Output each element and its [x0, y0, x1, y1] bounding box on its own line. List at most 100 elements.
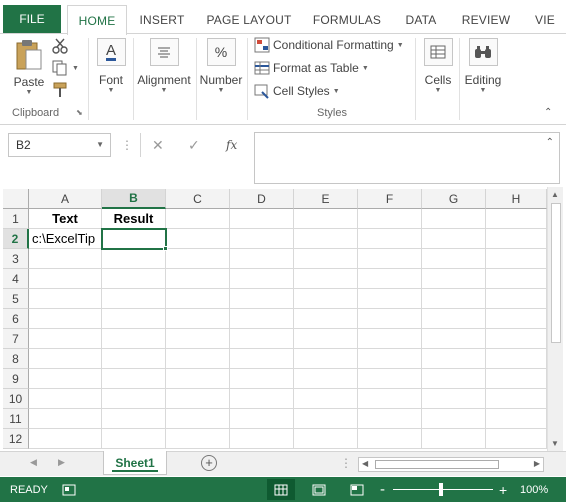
cell-h11[interactable]: [486, 409, 547, 429]
cell-h4[interactable]: [486, 269, 547, 289]
macro-record-icon[interactable]: [62, 477, 76, 502]
column-header-g[interactable]: G: [422, 189, 486, 209]
normal-view-button[interactable]: [267, 479, 295, 500]
cell-e2[interactable]: [294, 229, 358, 249]
cell-e3[interactable]: [294, 249, 358, 269]
cell-e7[interactable]: [294, 329, 358, 349]
cell-d3[interactable]: [230, 249, 294, 269]
scroll-left-icon[interactable]: ◀: [362, 459, 368, 468]
cell-g1[interactable]: [422, 209, 486, 229]
cell-d6[interactable]: [230, 309, 294, 329]
page-layout-view-button[interactable]: [305, 479, 333, 500]
fill-handle[interactable]: [163, 246, 168, 251]
zoom-level[interactable]: 100%: [520, 477, 548, 502]
cell-g7[interactable]: [422, 329, 486, 349]
tab-review[interactable]: REVIEW: [455, 5, 517, 34]
cell-h8[interactable]: [486, 349, 547, 369]
cell-c8[interactable]: [166, 349, 230, 369]
vertical-scrollbar[interactable]: ▲ ▼: [547, 187, 563, 451]
column-header-c[interactable]: C: [166, 189, 230, 209]
cell-d4[interactable]: [230, 269, 294, 289]
cell-g6[interactable]: [422, 309, 486, 329]
number-button[interactable]: % Number ▼: [198, 38, 244, 94]
zoom-out-button[interactable]: -: [380, 477, 385, 502]
tab-insert[interactable]: INSERT: [131, 5, 193, 34]
cell-f1[interactable]: [358, 209, 422, 229]
tab-page-layout[interactable]: PAGE LAYOUT: [201, 5, 297, 34]
cell-b8[interactable]: [102, 349, 166, 369]
tab-data[interactable]: DATA: [397, 5, 445, 34]
cell-f3[interactable]: [358, 249, 422, 269]
column-header-e[interactable]: E: [294, 189, 358, 209]
cell-e11[interactable]: [294, 409, 358, 429]
cell-f7[interactable]: [358, 329, 422, 349]
cell-c4[interactable]: [166, 269, 230, 289]
column-header-a[interactable]: A: [29, 189, 102, 209]
sheet-tab-sheet1[interactable]: Sheet1: [103, 451, 167, 475]
cell-h7[interactable]: [486, 329, 547, 349]
row-header-11[interactable]: 11: [3, 409, 29, 429]
prev-sheet-icon[interactable]: ◀: [30, 457, 37, 468]
tab-split-handle-icon[interactable]: ⋮: [340, 456, 352, 470]
cell-b9[interactable]: [102, 369, 166, 389]
row-header-8[interactable]: 8: [3, 349, 29, 369]
cell-g8[interactable]: [422, 349, 486, 369]
cell-e4[interactable]: [294, 269, 358, 289]
tab-view[interactable]: VIE: [528, 5, 566, 34]
cell-c2[interactable]: [166, 229, 230, 249]
cell-f11[interactable]: [358, 409, 422, 429]
column-header-f[interactable]: F: [358, 189, 422, 209]
formula-input[interactable]: ⌃: [254, 132, 560, 184]
cell-f4[interactable]: [358, 269, 422, 289]
insert-function-button[interactable]: fx: [226, 133, 237, 157]
cell-c12[interactable]: [166, 429, 230, 449]
font-button[interactable]: A Font ▼: [93, 38, 129, 94]
cell-b12[interactable]: [102, 429, 166, 449]
cell-a2[interactable]: c:\ExcelTip: [29, 229, 102, 249]
cell-d5[interactable]: [230, 289, 294, 309]
cell-a8[interactable]: [29, 349, 102, 369]
editing-button[interactable]: Editing ▼: [461, 38, 505, 94]
zoom-in-button[interactable]: +: [499, 477, 507, 502]
tab-formulas[interactable]: FORMULAS: [305, 5, 389, 34]
expand-formula-bar-icon[interactable]: ⌃: [546, 137, 554, 148]
cell-f2[interactable]: [358, 229, 422, 249]
cell-e10[interactable]: [294, 389, 358, 409]
cell-f6[interactable]: [358, 309, 422, 329]
cell-b6[interactable]: [102, 309, 166, 329]
cell-a1[interactable]: Text: [29, 209, 102, 229]
cell-a3[interactable]: [29, 249, 102, 269]
next-sheet-icon[interactable]: ▶: [58, 457, 65, 468]
cell-c6[interactable]: [166, 309, 230, 329]
zoom-slider-thumb[interactable]: [439, 483, 443, 496]
cell-c9[interactable]: [166, 369, 230, 389]
cell-d11[interactable]: [230, 409, 294, 429]
cell-h1[interactable]: [486, 209, 547, 229]
cell-a10[interactable]: [29, 389, 102, 409]
cell-c11[interactable]: [166, 409, 230, 429]
cell-d8[interactable]: [230, 349, 294, 369]
row-header-10[interactable]: 10: [3, 389, 29, 409]
cell-a11[interactable]: [29, 409, 102, 429]
cell-h3[interactable]: [486, 249, 547, 269]
vertical-scroll-thumb[interactable]: [551, 203, 561, 343]
cell-a7[interactable]: [29, 329, 102, 349]
cell-d1[interactable]: [230, 209, 294, 229]
scroll-up-icon[interactable]: ▲: [551, 190, 559, 199]
cell-a5[interactable]: [29, 289, 102, 309]
cell-styles-button[interactable]: Cell Styles ▼: [254, 83, 340, 99]
cell-b1[interactable]: Result: [102, 209, 166, 229]
cell-c3[interactable]: [166, 249, 230, 269]
name-box[interactable]: B2 ▼: [8, 133, 111, 157]
cell-e1[interactable]: [294, 209, 358, 229]
cell-f8[interactable]: [358, 349, 422, 369]
row-header-1[interactable]: 1: [3, 209, 29, 229]
cell-b7[interactable]: [102, 329, 166, 349]
cells-button[interactable]: Cells ▼: [420, 38, 456, 94]
zoom-slider-track[interactable]: [393, 489, 493, 490]
horizontal-scroll-thumb[interactable]: [375, 460, 499, 469]
tab-file[interactable]: FILE: [3, 5, 61, 33]
cut-icon[interactable]: [52, 38, 68, 57]
cell-f5[interactable]: [358, 289, 422, 309]
tab-home[interactable]: HOME: [67, 5, 127, 35]
